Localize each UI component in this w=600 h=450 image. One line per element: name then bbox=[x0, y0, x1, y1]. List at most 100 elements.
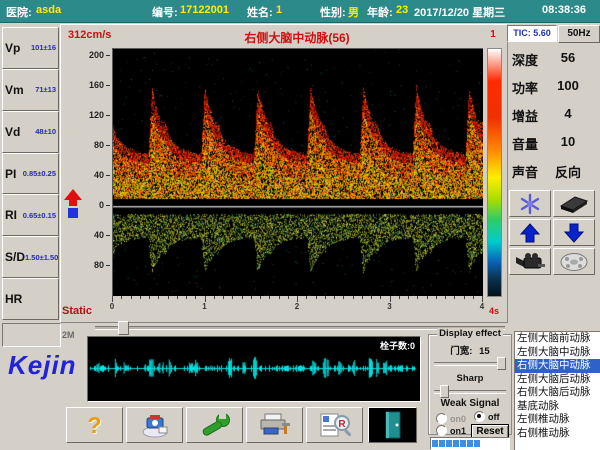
tic-readout: TIC: 5.60 bbox=[507, 25, 557, 42]
gate-width-slider[interactable] bbox=[434, 356, 506, 368]
x-axis-tick-label: 3 bbox=[387, 302, 391, 311]
parameter-cell-pi[interactable]: PI0.85±0.25 bbox=[2, 153, 59, 195]
eraser-icon bbox=[559, 193, 589, 215]
y-axis-tick-label: 200 bbox=[76, 50, 104, 60]
readout-row: 深度56 bbox=[508, 50, 598, 68]
help-button[interactable]: ? bbox=[66, 407, 123, 443]
parameter-label: RI bbox=[5, 208, 17, 222]
parameter-cell-vm[interactable]: Vm71±13 bbox=[2, 69, 59, 111]
x-axis-tick bbox=[158, 296, 159, 299]
x-axis-tick-label: 4 bbox=[480, 302, 484, 311]
freeze-button[interactable] bbox=[509, 190, 551, 217]
control-button-grid bbox=[509, 190, 599, 278]
x-axis-tick-label: 1 bbox=[202, 302, 206, 311]
parameter-value: 101±16 bbox=[31, 43, 56, 52]
patient-info-bar: 医院: asda 编号: 17122001 姓名: 1 性别: 男 年龄: 23… bbox=[0, 0, 600, 23]
y-axis-tick bbox=[106, 235, 110, 236]
x-axis-tick bbox=[279, 296, 280, 299]
intensity-colorbar bbox=[487, 48, 502, 297]
artery-list[interactable]: 左侧大脑前动脉左侧大脑中动脉右侧大脑中动脉左侧大脑后动脉右侧大脑后动脉基底动脉左… bbox=[514, 331, 600, 450]
film-reel-icon bbox=[559, 250, 589, 274]
gender-value: 男 bbox=[348, 4, 359, 20]
emboli-count-label: 栓子数:0 bbox=[380, 339, 415, 352]
y-axis-tick-label: 160 bbox=[76, 80, 104, 90]
signal-level-segment bbox=[467, 440, 473, 447]
scale-up-button[interactable] bbox=[509, 219, 551, 246]
parameter-label: PI bbox=[5, 167, 16, 181]
x-axis-tick bbox=[214, 296, 215, 299]
x-axis-tick bbox=[464, 296, 465, 299]
colorbar-top-label: 1 bbox=[485, 29, 501, 40]
parameter-cell-hr[interactable]: HR bbox=[2, 278, 59, 320]
artery-list-item[interactable]: 左侧大脑后动脉 bbox=[515, 373, 600, 387]
readout-row: 声音反向 bbox=[508, 162, 598, 180]
baseline-cursor-icon[interactable] bbox=[64, 189, 84, 219]
patient-id-label: 编号: bbox=[152, 4, 178, 20]
patient-name-label: 姓名: bbox=[247, 4, 273, 20]
y-axis-tick bbox=[106, 115, 110, 116]
signal-level-segment bbox=[460, 440, 466, 447]
radio-on0-dot[interactable] bbox=[436, 413, 447, 424]
x-axis-tick bbox=[195, 296, 196, 299]
playback-button[interactable] bbox=[553, 248, 595, 275]
radio-on1-label: on1 bbox=[450, 426, 466, 436]
radio-on0[interactable]: on0 bbox=[436, 413, 466, 424]
sharp-slider[interactable] bbox=[434, 384, 506, 396]
vessel-title: 右侧大脑中动脉(56) bbox=[112, 29, 482, 46]
brand-logo: Kejin bbox=[8, 350, 77, 381]
x-axis-tick bbox=[251, 296, 252, 299]
parameter-cell-vp[interactable]: Vp101±16 bbox=[2, 27, 59, 69]
artery-list-item[interactable]: 右侧椎动脉 bbox=[515, 427, 600, 441]
hospital-label: 医院: bbox=[6, 4, 32, 20]
scale-down-button[interactable] bbox=[553, 219, 595, 246]
artery-list-item[interactable]: 左侧大脑中动脉 bbox=[515, 346, 600, 360]
probe-label: 2M bbox=[62, 330, 75, 340]
parameter-cell-s-d[interactable]: S/D1.50±1.50 bbox=[2, 236, 59, 278]
display-effect-panel: Display effect 门宽: 15 Sharp Weak Signal … bbox=[428, 334, 512, 435]
status-label: Static bbox=[62, 305, 92, 317]
report-button[interactable]: R bbox=[306, 407, 363, 443]
velocity-axis: 200160120804004080 bbox=[76, 26, 112, 316]
trackbar-thumb[interactable] bbox=[118, 321, 129, 335]
x-axis-tick bbox=[168, 296, 169, 299]
x-axis-tick bbox=[427, 296, 428, 299]
readout-value: 4 bbox=[538, 106, 598, 124]
artery-list-item[interactable]: 基底动脉 bbox=[515, 400, 600, 414]
gate-slider-thumb[interactable] bbox=[497, 357, 506, 370]
svg-text:R: R bbox=[338, 419, 346, 430]
erase-button[interactable] bbox=[553, 190, 595, 217]
sharp-slider-thumb[interactable] bbox=[440, 385, 449, 398]
print-button[interactable] bbox=[246, 407, 303, 443]
radio-on0-label: on0 bbox=[450, 414, 466, 424]
exit-button[interactable] bbox=[368, 407, 417, 443]
signal-level-segment bbox=[453, 440, 459, 447]
y-axis-tick-label: 40 bbox=[76, 230, 104, 240]
artery-list-item[interactable]: 右侧大脑后动脉 bbox=[515, 386, 600, 400]
down-arrow-icon bbox=[564, 223, 584, 243]
tools-button[interactable] bbox=[186, 407, 243, 443]
artery-list-item[interactable]: 左侧椎动脉 bbox=[515, 413, 600, 427]
readout-value: 反向 bbox=[538, 162, 598, 180]
radio-off-dot[interactable] bbox=[474, 411, 485, 422]
signal-level-segment bbox=[439, 440, 445, 447]
frequency-button[interactable]: 50Hz bbox=[558, 25, 600, 43]
save-case-button[interactable] bbox=[126, 407, 183, 443]
radio-on1-dot[interactable] bbox=[436, 425, 447, 436]
sweep-time-label: 4s bbox=[489, 306, 499, 316]
x-axis-tick bbox=[362, 296, 363, 299]
x-axis-tick bbox=[334, 296, 335, 299]
video-record-button[interactable] bbox=[509, 248, 551, 275]
artery-list-item[interactable]: 左侧大脑前动脉 bbox=[515, 332, 600, 346]
signal-level-segment bbox=[495, 440, 501, 447]
radio-on1[interactable]: on1 bbox=[436, 425, 466, 436]
gate-slider-track[interactable] bbox=[434, 362, 506, 366]
y-axis-tick-label: 40 bbox=[76, 170, 104, 180]
x-axis-tick bbox=[121, 296, 122, 299]
signal-level-segment bbox=[474, 440, 480, 447]
parameter-cell-ri[interactable]: RI0.65±0.15 bbox=[2, 194, 59, 236]
parameter-cell-vd[interactable]: Vd48±10 bbox=[2, 111, 59, 153]
radio-off-label: off bbox=[488, 412, 500, 422]
radio-off[interactable]: off bbox=[474, 411, 500, 422]
age-label: 年龄: bbox=[367, 4, 393, 20]
artery-list-item[interactable]: 右侧大脑中动脉 bbox=[515, 359, 600, 373]
